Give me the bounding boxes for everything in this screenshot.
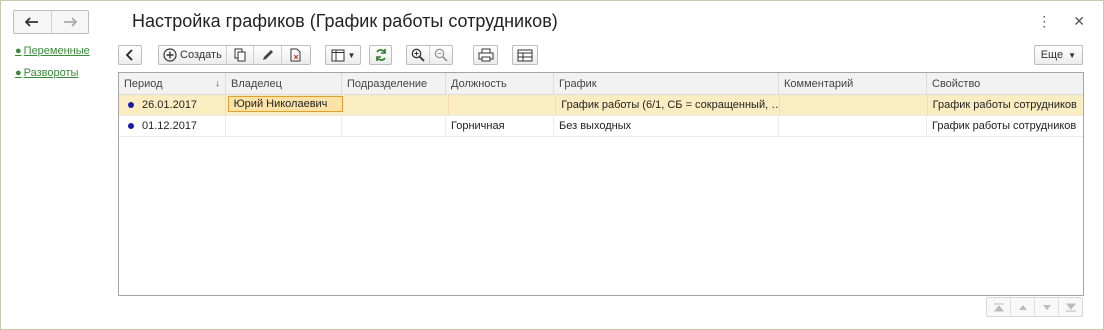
- cell-position[interactable]: [449, 95, 557, 115]
- sidebar-link-spreads[interactable]: ● Развороты: [15, 67, 78, 79]
- arrow-left-icon: [25, 17, 39, 27]
- arrow-right-icon: [63, 17, 77, 27]
- history-nav: [13, 10, 89, 34]
- back-button[interactable]: [14, 11, 51, 33]
- settings-table-button[interactable]: [512, 45, 538, 65]
- scroll-top-button[interactable]: [987, 298, 1010, 316]
- column-header-label: Свойство: [932, 77, 981, 90]
- more-dropdown-button[interactable]: Еще ▼: [1033, 45, 1083, 65]
- window-frame: ● Переменные ● Развороты Настройка графико…: [0, 0, 1104, 330]
- zoom-in-button[interactable]: [407, 46, 429, 64]
- row-status-icon: [128, 102, 134, 108]
- cell-text: График работы (6/1, СБ = сокращенный, …: [561, 99, 781, 111]
- back-toolbar-button[interactable]: [118, 45, 142, 65]
- columns-dropdown-button[interactable]: ▼: [325, 45, 361, 65]
- zoom-in-icon: [411, 48, 425, 62]
- column-header-position[interactable]: Должность: [446, 73, 554, 94]
- cell-text: 01.12.2017: [142, 120, 198, 132]
- column-header-property[interactable]: Свойство: [927, 73, 1083, 94]
- column-header-owner[interactable]: Владелец: [226, 73, 342, 94]
- close-icon[interactable]: ✕: [1073, 13, 1085, 30]
- chevron-down-icon: ▼: [1068, 50, 1076, 60]
- column-header-schedule[interactable]: График: [554, 73, 779, 94]
- column-header-label: Владелец: [231, 77, 282, 90]
- forward-button[interactable]: [50, 11, 89, 33]
- cell-division[interactable]: [342, 116, 446, 136]
- sidebar-link-label: Переменные: [23, 45, 90, 57]
- refresh-icon: [375, 49, 386, 61]
- sidebar-link-variables[interactable]: ● Переменные: [15, 45, 90, 57]
- sort-down-icon: ↓: [215, 78, 220, 89]
- cell-owner[interactable]: [226, 116, 342, 136]
- bullet-icon: ●: [15, 67, 22, 79]
- column-header-comment[interactable]: Комментарий: [779, 73, 927, 94]
- zoom-toolbar-group: [406, 45, 453, 65]
- table-scroll-controls: [986, 297, 1083, 317]
- cell-schedule[interactable]: Без выходных: [554, 116, 779, 136]
- table-header: Период ↓ Владелец Подразделение Должность…: [119, 73, 1083, 95]
- cell-property[interactable]: График работы сотрудников: [927, 116, 1083, 136]
- create-label: Создать: [180, 49, 222, 61]
- copy-button[interactable]: [225, 46, 253, 64]
- pencil-icon: [262, 50, 273, 60]
- create-toolbar-group: Создать: [158, 45, 311, 65]
- cell-period[interactable]: 01.12.2017: [119, 116, 226, 136]
- chevron-down-icon: ▼: [347, 50, 356, 60]
- column-header-label: Подразделение: [347, 77, 428, 90]
- delete-button[interactable]: [281, 46, 310, 64]
- zoom-out-icon: [434, 48, 448, 62]
- column-header-label: Должность: [451, 77, 507, 90]
- cell-property[interactable]: График работы сотрудников: [928, 95, 1083, 115]
- refresh-button[interactable]: [369, 45, 392, 65]
- column-header-label: Период: [124, 77, 163, 90]
- row-status-icon: [128, 123, 134, 129]
- cell-text: Без выходных: [559, 120, 632, 132]
- plus-circle-icon: [163, 48, 177, 62]
- triangle-down-icon: [1042, 304, 1051, 310]
- table-row[interactable]: 26.01.2017 Юрий Николаевич График работы…: [119, 95, 1083, 116]
- scroll-down-button[interactable]: [1034, 298, 1058, 316]
- chevron-left-icon: [126, 49, 133, 61]
- window-controls: ⋮ ✕: [1037, 13, 1085, 30]
- cell-text: График работы сотрудников: [932, 99, 1077, 111]
- scroll-up-button[interactable]: [1010, 298, 1034, 316]
- cell-text: График работы сотрудников: [932, 120, 1077, 132]
- create-button[interactable]: Создать: [159, 46, 226, 64]
- cell-comment[interactable]: [779, 116, 927, 136]
- scroll-bottom-button[interactable]: [1058, 298, 1082, 316]
- sidebar-link-label: Развороты: [23, 67, 79, 79]
- column-header-label: Комментарий: [784, 77, 854, 90]
- cell-text: Юрий Николаевич: [233, 98, 328, 110]
- cell-period[interactable]: 26.01.2017: [119, 95, 226, 115]
- copy-icon: [234, 48, 246, 62]
- double-down-icon: [1065, 303, 1076, 311]
- cell-comment[interactable]: [780, 95, 928, 115]
- table-row[interactable]: 01.12.2017 Горничная Без выходных График…: [119, 116, 1083, 137]
- printer-icon: [478, 48, 493, 62]
- column-header-period[interactable]: Период ↓: [119, 73, 226, 94]
- print-button[interactable]: [473, 45, 498, 65]
- cell-division[interactable]: [345, 95, 449, 115]
- more-actions-icon[interactable]: ⋮: [1037, 13, 1051, 30]
- cell-text: 26.01.2017: [142, 99, 198, 111]
- cell-text: Горничная: [451, 120, 505, 132]
- cell-owner[interactable]: Юрий Николаевич: [227, 96, 344, 112]
- page-title: Настройка графиков (График работы сотруд…: [132, 11, 558, 31]
- bullet-icon: ●: [15, 45, 22, 57]
- columns-icon: [331, 49, 345, 61]
- zoom-out-button[interactable]: [429, 46, 452, 64]
- table-settings-icon: [517, 49, 533, 61]
- cell-schedule[interactable]: График работы (6/1, СБ = сокращенный, …: [556, 95, 781, 115]
- double-up-icon: [993, 303, 1004, 311]
- edit-button[interactable]: [253, 46, 281, 64]
- column-header-division[interactable]: Подразделение: [342, 73, 446, 94]
- schedules-table: Период ↓ Владелец Подразделение Должность…: [118, 72, 1084, 296]
- column-header-label: График: [559, 77, 597, 90]
- more-label: Еще: [1040, 49, 1064, 61]
- triangle-up-icon: [1018, 304, 1027, 310]
- delete-mark-icon: [290, 48, 301, 62]
- cell-position[interactable]: Горничная: [446, 116, 554, 136]
